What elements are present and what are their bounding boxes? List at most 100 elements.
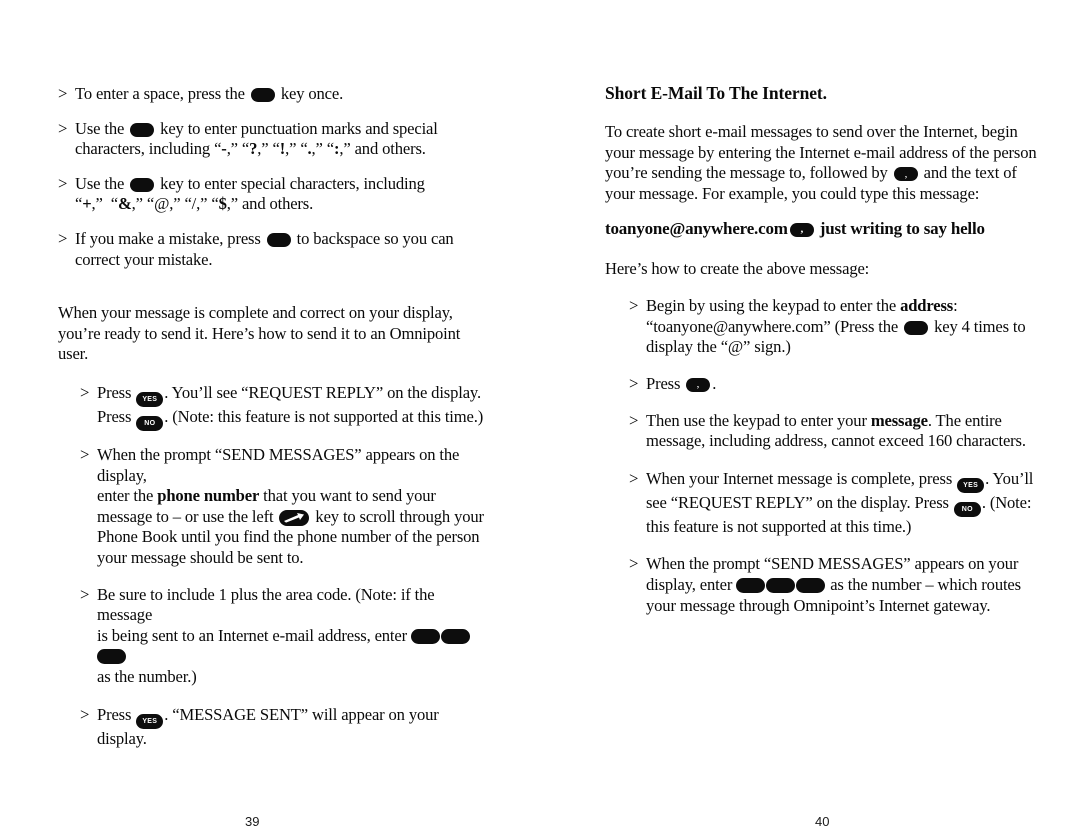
bullet-marker: > <box>58 173 68 193</box>
text-run: Phone Book until you find the phone numb… <box>97 527 480 547</box>
bullet-marker: > <box>58 118 68 138</box>
text-run: ,” “ <box>91 194 119 214</box>
page-title: Short E-Mail To The Internet. <box>605 83 827 103</box>
bullet-marker: > <box>629 374 639 393</box>
list-item: > To enter a space, press the key once. <box>58 84 488 105</box>
number-key-icon <box>766 577 796 593</box>
bullet-text: Be sure to include 1 plus the area code.… <box>97 585 471 686</box>
example-message: toanyone@anywhere.com just writing to sa… <box>605 218 1045 239</box>
text-run: ,” “ <box>131 194 155 214</box>
right-bullet-list: > Begin by using the keypad to enter the… <box>629 296 1045 616</box>
bullet-marker: > <box>80 705 90 725</box>
number-key-icon <box>410 628 440 644</box>
text-run: display the “@” sign.) <box>646 337 791 357</box>
special-char: & <box>117 194 132 214</box>
text-run: message, including address, cannot excee… <box>646 431 1026 451</box>
no-key-icon: NO <box>953 501 981 517</box>
comma-key-icon <box>789 222 814 237</box>
text-run: When your Internet message is complete, … <box>646 468 957 488</box>
yes-key-icon: YES <box>957 477 985 493</box>
bullet-marker: > <box>629 554 639 574</box>
list-item: > When the prompt “SEND MESSAGES” appear… <box>80 445 488 569</box>
bullet-marker: > <box>629 410 639 430</box>
bullet-text: Press YES. “MESSAGE SENT” will appear on… <box>97 705 439 748</box>
scroll-left-key-icon <box>279 509 310 526</box>
list-item: > Be sure to include 1 plus the area cod… <box>80 585 488 688</box>
no-key-icon: NO <box>136 415 164 431</box>
list-item: > Press YES. “MESSAGE SENT” will appear … <box>80 705 488 750</box>
text-run: Press <box>97 406 136 426</box>
page-number-right: 40 <box>815 814 830 829</box>
blank-key-icon <box>266 232 291 247</box>
text-run: message to – or use the left <box>97 506 278 526</box>
text-run: ,” “ <box>196 194 219 214</box>
text-run: Press <box>97 705 136 725</box>
text-run: ,” <box>226 194 238 214</box>
text-run: your message through Omnipoint’s Interne… <box>646 595 991 615</box>
text-run: . (Note: this feature is not supported a… <box>164 406 484 426</box>
special-char: @ <box>154 194 170 214</box>
left-paragraph: When your message is complete and correc… <box>58 303 461 364</box>
bullet-text: When the prompt “SEND MESSAGES” appears … <box>97 445 484 567</box>
example-address: toanyone@anywhere.com <box>605 218 788 238</box>
text-run: key 4 times to <box>930 316 1026 336</box>
text-run: that you want to send your <box>259 486 436 506</box>
bullet-text: To enter a space, press the key once. <box>75 84 343 103</box>
text-run: “toanyone@anywhere.com” (Press the <box>646 316 903 336</box>
text-run: . You’ll see “REQUEST REPLY” on the disp… <box>164 382 481 402</box>
bullet-text: When the prompt “SEND MESSAGES” appears … <box>646 554 1021 614</box>
bullet-marker: > <box>80 444 90 464</box>
text-run: Press <box>646 374 685 393</box>
text-run: key once. <box>276 84 344 103</box>
text-run: and others. <box>237 194 314 214</box>
manual-page-left: > To enter a space, press the key once. … <box>0 0 540 840</box>
bullet-marker: > <box>58 84 68 103</box>
left-bullet-list-top: > To enter a space, press the key once. … <box>58 84 488 270</box>
yes-key-icon: YES <box>136 391 164 407</box>
yes-key-icon: YES <box>136 714 164 730</box>
number-key-icon <box>736 577 766 593</box>
address-emphasis: address <box>900 296 954 316</box>
text-run: Then use the keypad to enter your <box>646 410 871 430</box>
text-run: ,” “ <box>285 139 308 159</box>
text-run: ,” <box>339 139 351 159</box>
list-item: > Use the key to enter punctuation marks… <box>58 119 488 160</box>
bullet-marker: > <box>80 584 90 604</box>
text-run: To enter a space, press the <box>75 84 249 103</box>
list-item: > When the prompt “SEND MESSAGES” appear… <box>629 554 1045 616</box>
blank-key-icon <box>130 177 155 192</box>
manual-page-right: Short E-Mail To The Internet. To create … <box>540 0 1080 840</box>
bullet-marker: > <box>629 296 639 316</box>
bullet-text: Use the key to enter punctuation marks a… <box>75 119 438 159</box>
text-run: key to enter punctuation marks and speci… <box>156 118 438 138</box>
bullet-text: Press YES. You’ll see “REQUEST REPLY” on… <box>97 382 484 431</box>
comma-key-icon <box>893 167 918 182</box>
text-run: this feature is not supported at this ti… <box>646 516 912 536</box>
bullet-text: Then use the keypad to enter your messag… <box>646 411 1026 451</box>
text-run: If you make a mistake, press <box>75 228 265 248</box>
bullet-text: If you make a mistake, press to backspac… <box>75 229 454 269</box>
page-number-left: 39 <box>245 814 260 829</box>
comma-key-icon <box>686 378 711 392</box>
text-run: . <box>712 374 717 393</box>
text-run: as the number.) <box>97 666 197 686</box>
blank-key-icon <box>904 320 929 335</box>
text-run: and others. <box>350 139 426 159</box>
text-run: Press <box>97 382 136 402</box>
text-run: is being sent to an Internet e-mail addr… <box>97 625 411 645</box>
list-item: > Use the key to enter special character… <box>58 174 488 215</box>
text-run: Use the <box>75 118 129 138</box>
text-run: . (Note: <box>981 492 1032 512</box>
lead-in-text: Here’s how to create the above message: <box>605 258 870 278</box>
blank-key-icon <box>130 122 155 137</box>
list-item: > Press YES. You’ll see “REQUEST REPLY” … <box>80 383 488 431</box>
bullet-text: Press . <box>646 374 716 393</box>
example-body: just writing to say hello <box>819 218 985 238</box>
text-run: characters, including “ <box>75 139 222 159</box>
intro-paragraph: To create short e-mail messages to send … <box>605 122 1045 204</box>
bullet-marker: > <box>80 382 90 402</box>
text-run: . You’ll <box>985 468 1034 488</box>
list-item: > If you make a mistake, press to backsp… <box>58 229 488 270</box>
text-run: Use the <box>75 173 129 193</box>
text-run: as the number – which routes <box>826 574 1021 594</box>
